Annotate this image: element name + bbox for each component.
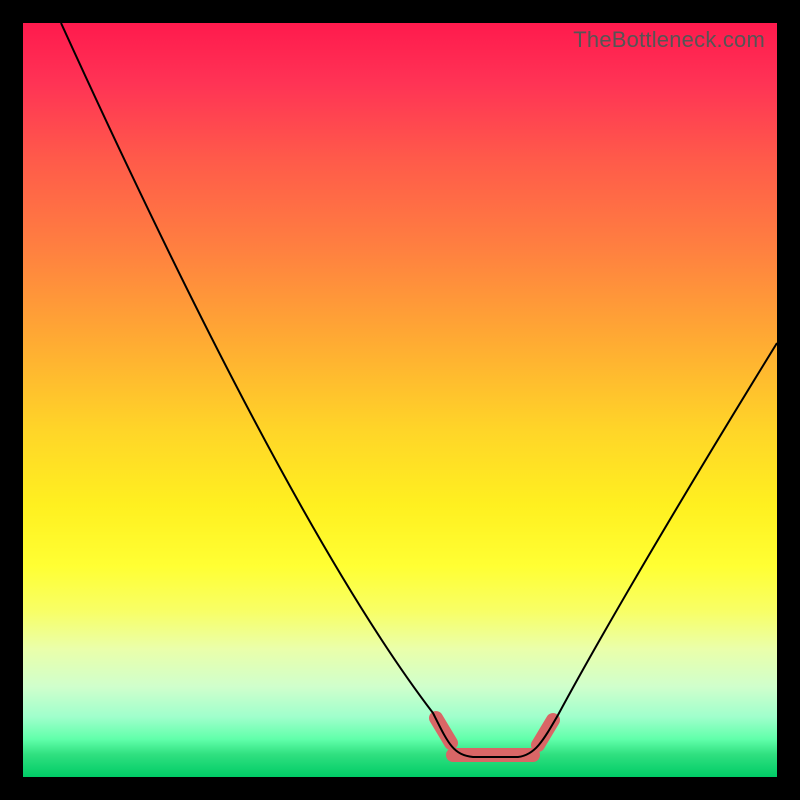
plot-area: TheBottleneck.com (23, 23, 777, 777)
bottleneck-curve (23, 23, 777, 777)
curve-path (61, 23, 777, 757)
